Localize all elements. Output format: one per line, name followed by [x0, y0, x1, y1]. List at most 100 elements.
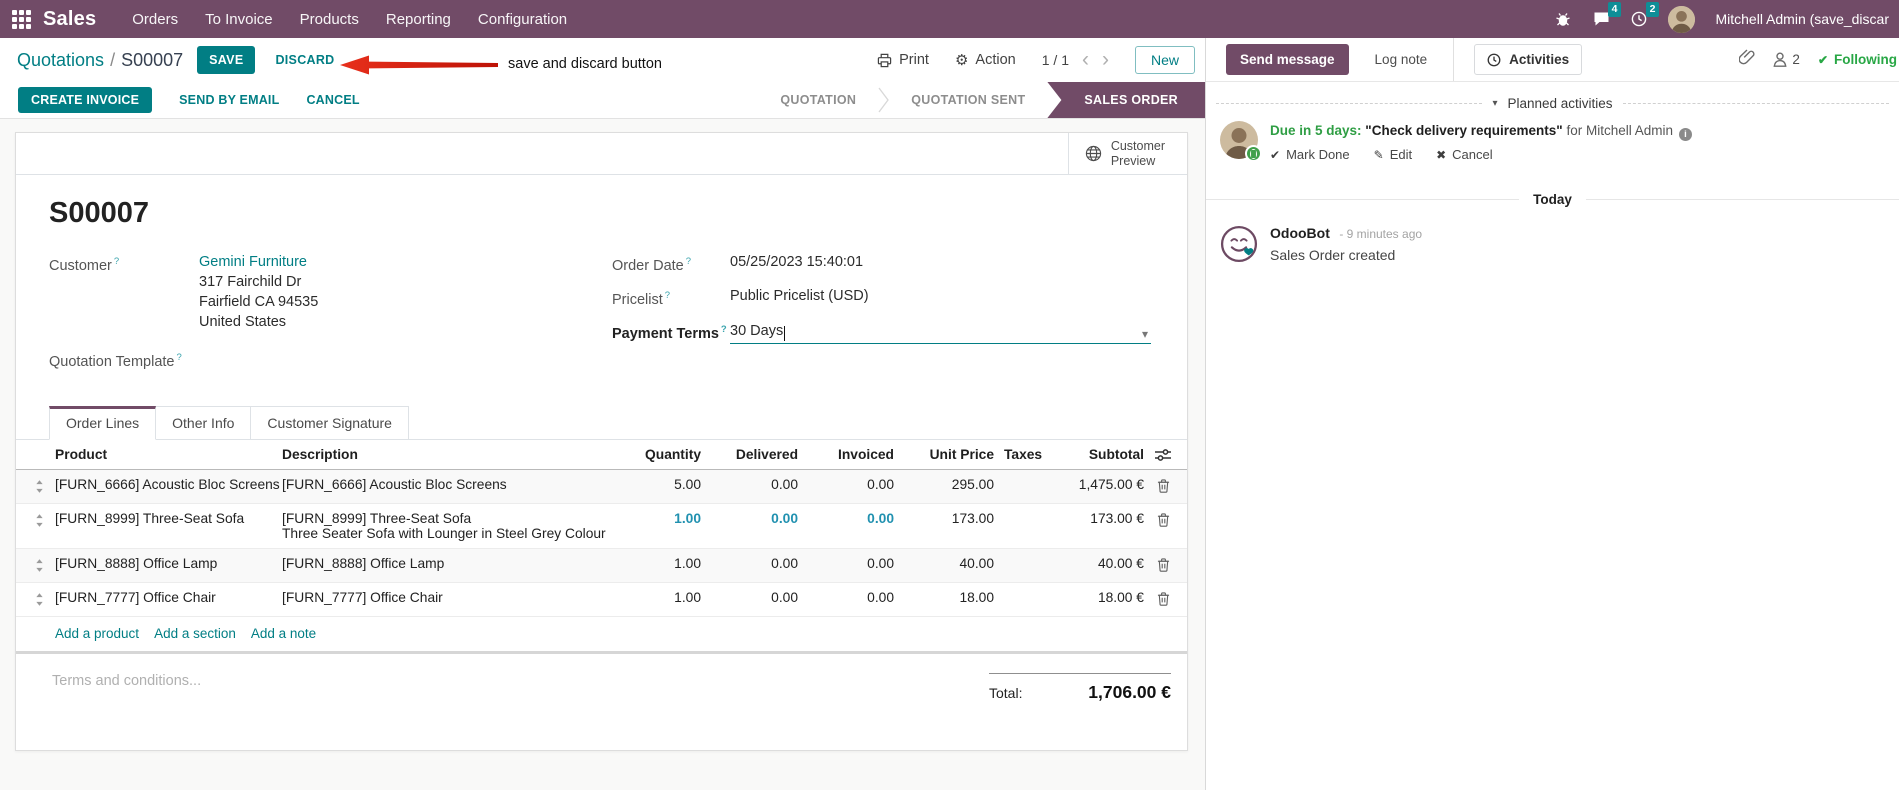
cell-product[interactable]: [FURN_8888] Office Lamp	[55, 556, 282, 571]
send-message-button[interactable]: Send message	[1226, 44, 1349, 75]
table-row[interactable]: [FURN_6666] Acoustic Bloc Screens [FURN_…	[16, 470, 1187, 504]
cell-invoiced[interactable]: 0.00	[798, 511, 894, 526]
quotation-template-field[interactable]: Quotation Template?	[49, 348, 612, 372]
print-button[interactable]: Print	[877, 52, 929, 68]
pager-next-icon[interactable]: ›	[1102, 49, 1109, 70]
log-note-button[interactable]: Log note	[1375, 52, 1428, 67]
cell-unit-price[interactable]: 40.00	[894, 556, 994, 571]
delete-row-icon[interactable]	[1157, 512, 1170, 527]
pricelist-value[interactable]: Public Pricelist (USD)	[730, 286, 869, 310]
col-unit-price[interactable]: Unit Price	[894, 447, 994, 462]
cell-description[interactable]: [FURN_8888] Office Lamp	[282, 556, 596, 571]
customer-preview-button[interactable]: Customer Preview	[1067, 133, 1187, 174]
add-a-section-link[interactable]: Add a section	[154, 626, 236, 641]
status-quotation[interactable]: QUOTATION	[758, 82, 878, 118]
help-marker[interactable]: ?	[665, 290, 670, 301]
tab-order-lines[interactable]: Order Lines	[49, 406, 157, 440]
tab-other-info[interactable]: Other Info	[156, 406, 252, 440]
tab-customer-signature[interactable]: Customer Signature	[251, 406, 409, 440]
order-date-value[interactable]: 05/25/2023 15:40:01	[730, 252, 863, 276]
cell-invoiced[interactable]: 0.00	[798, 590, 894, 605]
cell-description[interactable]: [FURN_7777] Office Chair	[282, 590, 596, 605]
apps-grid-icon[interactable]	[12, 9, 31, 29]
menu-orders[interactable]: Orders	[132, 11, 178, 28]
debug-bug-icon[interactable]	[1554, 10, 1572, 28]
create-invoice-button[interactable]: CREATE INVOICE	[18, 87, 153, 113]
activities-clock-icon[interactable]: 2	[1630, 2, 1660, 28]
help-marker[interactable]: ?	[114, 256, 119, 267]
send-by-email-button[interactable]: SEND BY EMAIL	[179, 93, 279, 107]
drag-handle-icon[interactable]	[35, 593, 44, 606]
info-icon[interactable]	[1679, 128, 1692, 142]
col-description[interactable]: Description	[282, 447, 596, 462]
cell-unit-price[interactable]: 295.00	[894, 477, 994, 492]
help-marker[interactable]: ?	[686, 256, 691, 267]
cell-quantity[interactable]: 5.00	[596, 477, 701, 492]
mark-done-button[interactable]: ✔ Mark Done	[1270, 147, 1350, 162]
cell-delivered[interactable]: 0.00	[701, 477, 798, 492]
planned-activities-header[interactable]: ▾ Planned activities	[1216, 96, 1889, 111]
help-marker[interactable]: ?	[176, 352, 181, 363]
cell-invoiced[interactable]: 0.00	[798, 477, 894, 492]
col-delivered[interactable]: Delivered	[701, 447, 798, 462]
col-quantity[interactable]: Quantity	[596, 447, 701, 462]
add-a-product-link[interactable]: Add a product	[55, 626, 139, 641]
status-quotation-sent[interactable]: QUOTATION SENT	[889, 82, 1047, 118]
cell-delivered[interactable]: 0.00	[701, 590, 798, 605]
menu-reporting[interactable]: Reporting	[386, 11, 451, 28]
cell-delivered[interactable]: 0.00	[701, 556, 798, 571]
dropdown-caret-icon[interactable]: ▾	[1142, 327, 1148, 341]
attachments-paperclip-icon[interactable]	[1738, 48, 1755, 71]
table-row[interactable]: [FURN_8888] Office Lamp [FURN_8888] Offi…	[16, 549, 1187, 583]
cell-description[interactable]: [FURN_6666] Acoustic Bloc Screens	[282, 477, 596, 492]
cell-quantity[interactable]: 1.00	[596, 590, 701, 605]
col-invoiced[interactable]: Invoiced	[798, 447, 894, 462]
delete-row-icon[interactable]	[1157, 557, 1170, 572]
menu-products[interactable]: Products	[300, 11, 359, 28]
messages-icon[interactable]: 4	[1592, 2, 1622, 28]
cell-product[interactable]: [FURN_8999] Three-Seat Sofa	[55, 511, 282, 526]
cell-description[interactable]: [FURN_8999] Three-Seat Sofa Three Seater …	[282, 511, 606, 541]
action-button[interactable]: ⚙ Action	[955, 52, 1016, 68]
menu-to-invoice[interactable]: To Invoice	[205, 11, 273, 28]
cell-quantity[interactable]: 1.00	[596, 511, 701, 526]
column-options-icon[interactable]	[1144, 447, 1182, 462]
discard-button[interactable]: DISCARD	[275, 53, 334, 67]
cell-product[interactable]: [FURN_6666] Acoustic Bloc Screens	[55, 477, 282, 492]
followers-button[interactable]: 2	[1773, 52, 1800, 67]
activities-button[interactable]: Activities	[1474, 44, 1583, 75]
cell-unit-price[interactable]: 18.00	[894, 590, 994, 605]
drag-handle-icon[interactable]	[35, 514, 44, 527]
message-author[interactable]: OdooBot	[1270, 225, 1330, 241]
new-button[interactable]: New	[1134, 46, 1195, 74]
pager-previous-icon[interactable]: ‹	[1082, 49, 1089, 70]
save-button[interactable]: SAVE	[197, 46, 256, 74]
edit-activity-button[interactable]: ✎ Edit	[1374, 147, 1412, 162]
odoobot-avatar[interactable]	[1220, 225, 1258, 263]
following-button[interactable]: ✔ Following	[1818, 52, 1897, 67]
breadcrumb-parent[interactable]: Quotations	[17, 50, 104, 71]
drag-handle-icon[interactable]	[35, 559, 44, 572]
cell-quantity[interactable]: 1.00	[596, 556, 701, 571]
user-name[interactable]: Mitchell Admin (save_discar	[1715, 11, 1889, 27]
add-a-note-link[interactable]: Add a note	[251, 626, 316, 641]
delete-row-icon[interactable]	[1157, 591, 1170, 606]
cell-unit-price[interactable]: 173.00	[894, 511, 994, 526]
menu-configuration[interactable]: Configuration	[478, 11, 567, 28]
app-title[interactable]: Sales	[43, 8, 96, 31]
drag-handle-icon[interactable]	[35, 480, 44, 493]
cancel-activity-button[interactable]: ✖ Cancel	[1436, 147, 1493, 162]
help-marker[interactable]: ?	[721, 324, 727, 335]
terms-placeholder[interactable]: Terms and conditions...	[52, 673, 201, 750]
table-row[interactable]: [FURN_7777] Office Chair [FURN_7777] Off…	[16, 583, 1187, 617]
customer-link[interactable]: Gemini Furniture	[199, 254, 307, 270]
status-sales-order[interactable]: SALES ORDER	[1047, 82, 1205, 118]
col-taxes[interactable]: Taxes	[994, 447, 1049, 462]
cell-delivered[interactable]: 0.00	[701, 511, 798, 526]
col-subtotal[interactable]: Subtotal	[1049, 447, 1144, 462]
delete-row-icon[interactable]	[1157, 478, 1170, 493]
col-product[interactable]: Product	[55, 447, 282, 462]
cancel-button[interactable]: CANCEL	[306, 93, 359, 107]
avatar[interactable]	[1220, 121, 1262, 162]
cell-invoiced[interactable]: 0.00	[798, 556, 894, 571]
